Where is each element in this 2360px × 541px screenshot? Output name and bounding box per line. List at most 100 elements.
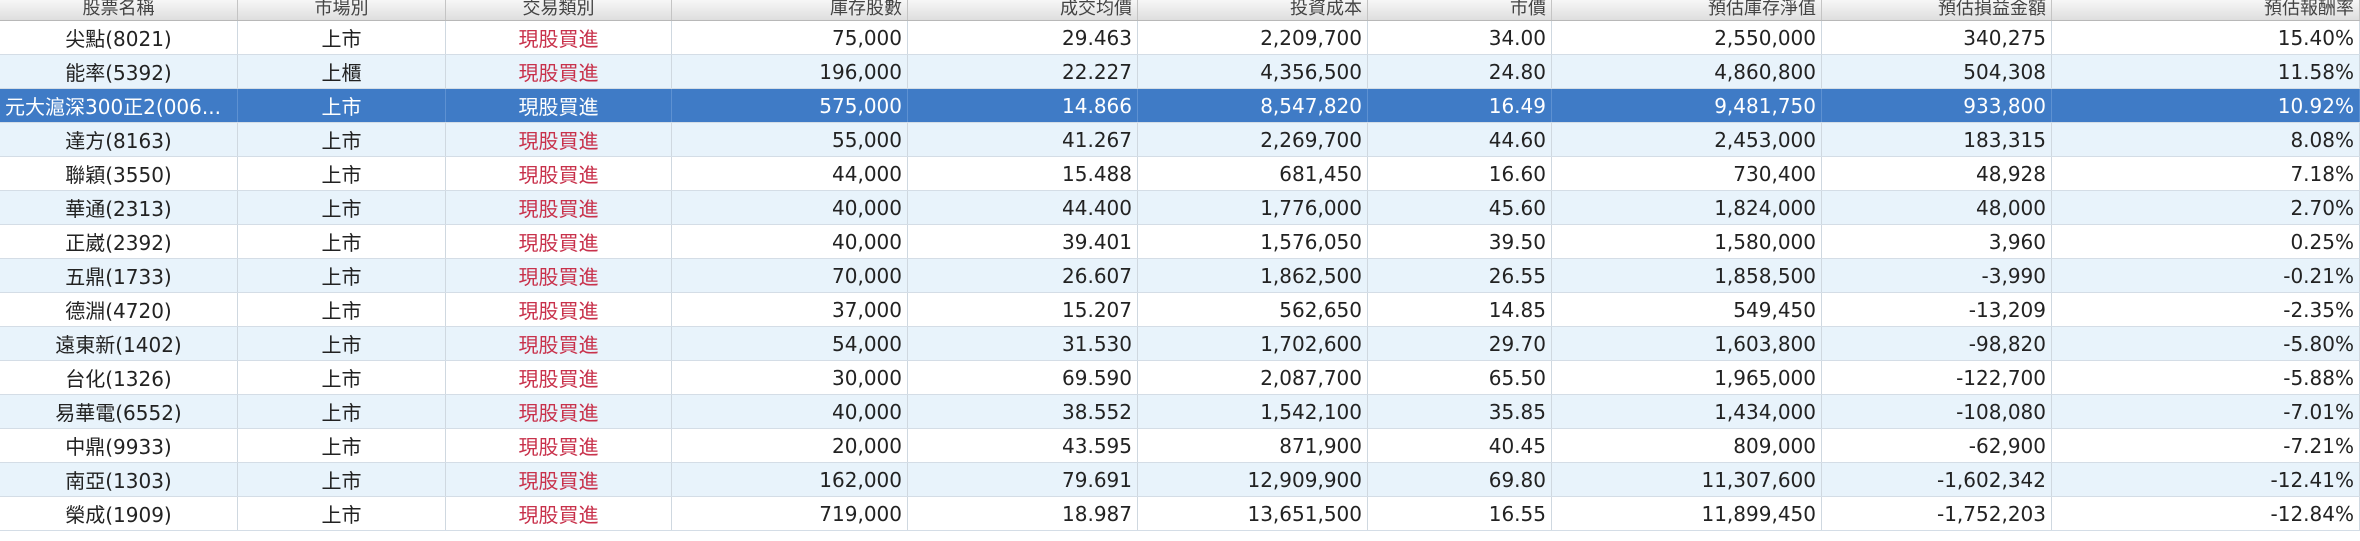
cell-stock-name: 易華電(6552) [0, 395, 238, 428]
cell-market: 上市 [238, 225, 446, 258]
cell-return-rate: 7.18% [2052, 157, 2360, 190]
cell-market-price: 35.85 [1368, 395, 1552, 428]
column-header-return-rate[interactable]: 預估報酬率 [2052, 0, 2360, 20]
cell-net-value: 11,307,600 [1552, 463, 1822, 496]
cell-trade-type: 現股買進 [446, 327, 672, 360]
cell-net-value: 2,550,000 [1552, 21, 1822, 54]
table-row[interactable]: 華通(2313) 上市 現股買進 40,000 44.400 1,776,000… [0, 191, 2360, 225]
cell-pnl: 933,800 [1822, 89, 2052, 122]
table-row[interactable]: 南亞(1303) 上市 現股買進 162,000 79.691 12,909,9… [0, 463, 2360, 497]
cell-avg-price: 69.590 [908, 361, 1138, 394]
table-row[interactable]: 正崴(2392) 上市 現股買進 40,000 39.401 1,576,050… [0, 225, 2360, 259]
cell-trade-type: 現股買進 [446, 21, 672, 54]
cell-return-rate: 2.70% [2052, 191, 2360, 224]
cell-trade-type: 現股買進 [446, 395, 672, 428]
cell-pnl: 48,928 [1822, 157, 2052, 190]
table-row[interactable]: 五鼎(1733) 上市 現股買進 70,000 26.607 1,862,500… [0, 259, 2360, 293]
cell-avg-price: 39.401 [908, 225, 1138, 258]
cell-cost: 2,269,700 [1138, 123, 1368, 156]
table-row[interactable]: 能率(5392) 上櫃 現股買進 196,000 22.227 4,356,50… [0, 55, 2360, 89]
column-header-cost[interactable]: 投資成本 [1138, 0, 1368, 20]
cell-market-price: 45.60 [1368, 191, 1552, 224]
cell-pnl: -1,752,203 [1822, 497, 2052, 530]
cell-net-value: 1,965,000 [1552, 361, 1822, 394]
cell-net-value: 549,450 [1552, 293, 1822, 326]
cell-net-value: 9,481,750 [1552, 89, 1822, 122]
cell-return-rate: -12.84% [2052, 497, 2360, 530]
cell-market: 上市 [238, 395, 446, 428]
cell-shares: 719,000 [672, 497, 908, 530]
cell-shares: 55,000 [672, 123, 908, 156]
cell-pnl: -1,602,342 [1822, 463, 2052, 496]
cell-cost: 2,087,700 [1138, 361, 1368, 394]
cell-pnl: 48,000 [1822, 191, 2052, 224]
table-row[interactable]: 德淵(4720) 上市 現股買進 37,000 15.207 562,650 1… [0, 293, 2360, 327]
cell-avg-price: 79.691 [908, 463, 1138, 496]
cell-stock-name: 遠東新(1402) [0, 327, 238, 360]
table-row[interactable]: 遠東新(1402) 上市 現股買進 54,000 31.530 1,702,60… [0, 327, 2360, 361]
cell-stock-name: 尖點(8021) [0, 21, 238, 54]
cell-market: 上市 [238, 21, 446, 54]
table-row[interactable]: 易華電(6552) 上市 現股買進 40,000 38.552 1,542,10… [0, 395, 2360, 429]
table-row[interactable]: 榮成(1909) 上市 現股買進 719,000 18.987 13,651,5… [0, 497, 2360, 531]
cell-avg-price: 15.488 [908, 157, 1138, 190]
cell-pnl: -98,820 [1822, 327, 2052, 360]
cell-cost: 1,776,000 [1138, 191, 1368, 224]
cell-trade-type: 現股買進 [446, 89, 672, 122]
cell-net-value: 1,434,000 [1552, 395, 1822, 428]
cell-pnl: 340,275 [1822, 21, 2052, 54]
cell-market: 上市 [238, 429, 446, 462]
cell-pnl: 3,960 [1822, 225, 2052, 258]
cell-net-value: 1,858,500 [1552, 259, 1822, 292]
table-row[interactable]: 達方(8163) 上市 現股買進 55,000 41.267 2,269,700… [0, 123, 2360, 157]
cell-trade-type: 現股買進 [446, 123, 672, 156]
cell-cost: 1,542,100 [1138, 395, 1368, 428]
cell-avg-price: 43.595 [908, 429, 1138, 462]
cell-shares: 75,000 [672, 21, 908, 54]
column-header-market-price[interactable]: 市價 [1368, 0, 1552, 20]
cell-trade-type: 現股買進 [446, 191, 672, 224]
cell-trade-type: 現股買進 [446, 361, 672, 394]
column-header-pnl[interactable]: 預估損益金額 [1822, 0, 2052, 20]
cell-pnl: -62,900 [1822, 429, 2052, 462]
cell-return-rate: -2.35% [2052, 293, 2360, 326]
column-header-trade-type[interactable]: 交易類別 [446, 0, 672, 20]
cell-avg-price: 14.866 [908, 89, 1138, 122]
cell-return-rate: -7.01% [2052, 395, 2360, 428]
cell-market: 上市 [238, 259, 446, 292]
cell-pnl: -13,209 [1822, 293, 2052, 326]
cell-cost: 12,909,900 [1138, 463, 1368, 496]
cell-return-rate: 8.08% [2052, 123, 2360, 156]
table-row[interactable]: 台化(1326) 上市 現股買進 30,000 69.590 2,087,700… [0, 361, 2360, 395]
cell-market-price: 16.49 [1368, 89, 1552, 122]
column-header-stock-name[interactable]: 股票名稱 [0, 0, 238, 20]
cell-cost: 2,209,700 [1138, 21, 1368, 54]
grid-header: 股票名稱 市場別 交易類別 庫存股數 成交均價 投資成本 市價 預估庫存淨值 預… [0, 0, 2360, 21]
cell-shares: 196,000 [672, 55, 908, 88]
cell-return-rate: -12.41% [2052, 463, 2360, 496]
table-row-selected[interactable]: 元大滬深300正2(006... 上市 現股買進 575,000 14.866 … [0, 89, 2360, 123]
cell-cost: 1,862,500 [1138, 259, 1368, 292]
cell-stock-name: 元大滬深300正2(006... [0, 89, 238, 122]
cell-market-price: 34.00 [1368, 21, 1552, 54]
cell-stock-name: 中鼎(9933) [0, 429, 238, 462]
table-row[interactable]: 尖點(8021) 上市 現股買進 75,000 29.463 2,209,700… [0, 21, 2360, 55]
cell-net-value: 4,860,800 [1552, 55, 1822, 88]
cell-return-rate: -5.88% [2052, 361, 2360, 394]
cell-avg-price: 15.207 [908, 293, 1138, 326]
table-row[interactable]: 中鼎(9933) 上市 現股買進 20,000 43.595 871,900 4… [0, 429, 2360, 463]
cell-market: 上市 [238, 361, 446, 394]
column-header-shares[interactable]: 庫存股數 [672, 0, 908, 20]
cell-net-value: 730,400 [1552, 157, 1822, 190]
cell-stock-name: 五鼎(1733) [0, 259, 238, 292]
cell-pnl: -3,990 [1822, 259, 2052, 292]
cell-stock-name: 正崴(2392) [0, 225, 238, 258]
cell-trade-type: 現股買進 [446, 429, 672, 462]
column-header-avg-price[interactable]: 成交均價 [908, 0, 1138, 20]
cell-net-value: 1,824,000 [1552, 191, 1822, 224]
column-header-market[interactable]: 市場別 [238, 0, 446, 20]
column-header-net-value[interactable]: 預估庫存淨值 [1552, 0, 1822, 20]
cell-trade-type: 現股買進 [446, 463, 672, 496]
table-row[interactable]: 聯穎(3550) 上市 現股買進 44,000 15.488 681,450 1… [0, 157, 2360, 191]
cell-market-price: 69.80 [1368, 463, 1552, 496]
